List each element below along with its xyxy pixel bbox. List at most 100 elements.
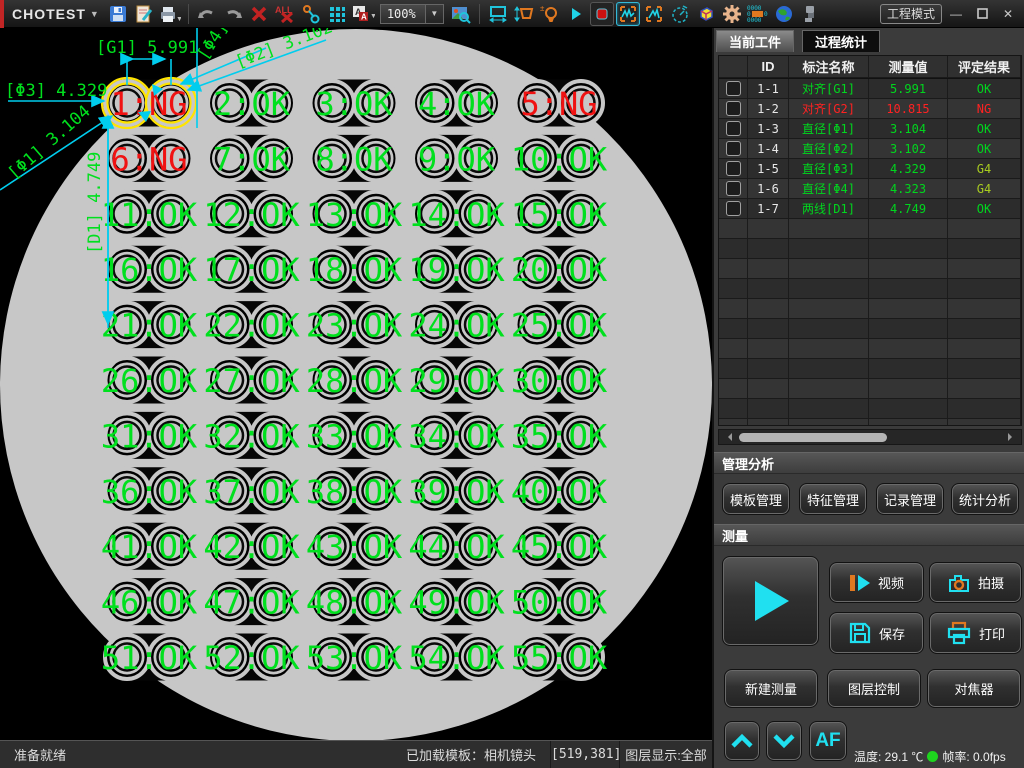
row-checkbox[interactable]: [725, 161, 741, 176]
table-cell: [789, 279, 869, 299]
table-cell: [719, 319, 748, 339]
chip-label: 4:OK: [418, 85, 496, 123]
table-row[interactable]: 1-7 两线[D1] 4.749 OK: [719, 199, 1021, 219]
print-result-button[interactable]: 打印: [929, 612, 1022, 654]
layer-control-button[interactable]: 图层控制: [827, 669, 921, 708]
capture-button[interactable]: 拍摄: [929, 562, 1022, 603]
save-label: 保存: [878, 626, 905, 642]
autofocus-button[interactable]: AF: [809, 721, 847, 761]
chip-label: 2:OK: [213, 85, 291, 123]
focus-peak-icon[interactable]: [642, 2, 666, 26]
scrollbar-thumb[interactable]: [739, 432, 887, 442]
table-row[interactable]: 1-3 直径[Φ1] 3.104 OK: [719, 119, 1021, 139]
tab-current-workpiece[interactable]: 当前工件: [716, 30, 795, 52]
table-row[interactable]: 1-2 对齐[G2] 10.815 NG: [719, 99, 1021, 119]
table-row[interactable]: 1-4 直径[Φ2] 3.102 OK: [719, 139, 1021, 159]
globe-icon[interactable]: [772, 2, 796, 26]
close-button[interactable]: ✕: [996, 4, 1020, 24]
chip-53: 53:OK: [306, 633, 403, 681]
table-cell: [719, 79, 748, 99]
record-management-button[interactable]: 记录管理: [876, 483, 944, 515]
row-checkbox[interactable]: [725, 121, 741, 136]
chip-label: 27:OK: [203, 362, 300, 400]
gear-icon[interactable]: [720, 2, 744, 26]
camera-view[interactable]: 1:NG 2:OK 3:OK 4:OK 5:NG 6:NG 7:OK 8:OK 9:OK 10:O…: [0, 28, 712, 740]
chip-label: 11:OK: [101, 196, 198, 234]
row-checkbox[interactable]: [725, 181, 741, 196]
video-button[interactable]: 视频: [829, 562, 924, 603]
delete-all-icon[interactable]: ALL: [273, 2, 297, 26]
zoom-dropdown-icon[interactable]: ▼: [425, 3, 444, 24]
chip-23: 23:OK: [306, 300, 403, 349]
toolbar-separator: [187, 3, 189, 24]
reconnect-icon[interactable]: [299, 2, 323, 26]
new-measure-button[interactable]: 新建测量: [724, 669, 818, 708]
table-horizontal-scrollbar[interactable]: [718, 429, 1022, 445]
focus-up-button[interactable]: [724, 721, 760, 761]
cube-3d-icon[interactable]: [694, 2, 718, 26]
table-cell: 4.749: [869, 199, 948, 219]
undo-icon[interactable]: [195, 2, 219, 26]
row-checkbox[interactable]: [725, 141, 741, 156]
print-icon[interactable]: ▼: [158, 2, 182, 26]
engineering-mode-button[interactable]: 工程模式: [880, 3, 942, 24]
maximize-button[interactable]: [970, 4, 994, 24]
row-checkbox[interactable]: [725, 201, 741, 216]
header-id: ID: [748, 56, 789, 78]
timer-icon[interactable]: [668, 2, 692, 26]
table-cell: [748, 339, 789, 359]
statistics-analysis-button[interactable]: 统计分析: [951, 483, 1019, 515]
chip-35: 35:OK: [511, 411, 608, 460]
temperature-label: 温度: 29.1 ℃: [854, 749, 924, 764]
chip-46: 46:OK: [101, 577, 198, 626]
table-cell: [719, 299, 748, 319]
zoom-value[interactable]: 100%: [379, 3, 426, 24]
play-icon[interactable]: [564, 2, 588, 26]
wafer-image[interactable]: 1:NG 2:OK 3:OK 4:OK 5:NG 6:NG 7:OK 8:OK 9:OK 10:O…: [0, 28, 712, 740]
scroll-right-icon[interactable]: [1008, 433, 1016, 441]
focuser-button[interactable]: 对焦器: [927, 669, 1021, 708]
font-label-icon[interactable]: A A ▼: [351, 2, 375, 26]
annotation-G1: [G1] 5.991: [96, 38, 198, 58]
focus-down-button[interactable]: [766, 721, 802, 761]
save-result-button[interactable]: 保存: [829, 612, 924, 654]
table-row[interactable]: 1-5 直径[Φ3] 4.329 G4: [719, 159, 1021, 179]
table-cell: 5.991: [869, 79, 948, 99]
focus-waveform-icon[interactable]: [615, 1, 640, 26]
zoom-select[interactable]: 100% ▼: [379, 3, 444, 24]
chip-label: 42:OK: [203, 528, 300, 566]
data-io-icon[interactable]: 0000 0 0000 0: [746, 2, 770, 26]
chip-label: 3:OK: [315, 85, 393, 123]
chevron-up-icon: [731, 733, 753, 748]
tab-process-statistics[interactable]: 过程统计: [802, 30, 881, 52]
grid-icon[interactable]: [325, 2, 349, 26]
delete-icon[interactable]: [247, 2, 271, 26]
minimize-button[interactable]: —: [944, 4, 968, 24]
edit-document-icon[interactable]: [132, 2, 156, 26]
table-cell: [748, 259, 789, 279]
table-cell: OK: [948, 199, 1021, 219]
run-measure-button[interactable]: [722, 556, 819, 646]
height-measure-icon[interactable]: [512, 2, 536, 26]
scroll-left-icon[interactable]: [724, 433, 732, 441]
chip-label: 23:OK: [306, 307, 403, 345]
redo-icon[interactable]: [221, 2, 245, 26]
row-checkbox[interactable]: [725, 81, 741, 96]
app-menu-caret-icon[interactable]: ▼: [90, 9, 105, 19]
chip-7: 7:OK: [205, 134, 298, 183]
chip-label: 44:OK: [408, 528, 505, 566]
feature-management-button[interactable]: 特征管理: [799, 483, 867, 515]
robot-icon[interactable]: [798, 2, 822, 26]
right-panel: 当前工件 过程统计 ID 标注名称 测量值 评定结果 1-1 对齐[G1] 5.99…: [712, 28, 1024, 768]
table-cell: OK: [948, 119, 1021, 139]
temperature-status-dot: [927, 750, 939, 762]
template-management-button[interactable]: 模板管理: [722, 483, 790, 515]
table-row[interactable]: 1-1 对齐[G1] 5.991 OK: [719, 79, 1021, 99]
width-measure-icon[interactable]: [486, 2, 510, 26]
save-icon[interactable]: [106, 2, 130, 26]
light-icon[interactable]: ±: [538, 2, 562, 26]
record-icon[interactable]: [589, 1, 614, 26]
table-row[interactable]: 1-6 直径[Φ4] 4.323 G4: [719, 179, 1021, 199]
image-zoom-icon[interactable]: [449, 2, 473, 26]
row-checkbox[interactable]: [725, 101, 741, 116]
